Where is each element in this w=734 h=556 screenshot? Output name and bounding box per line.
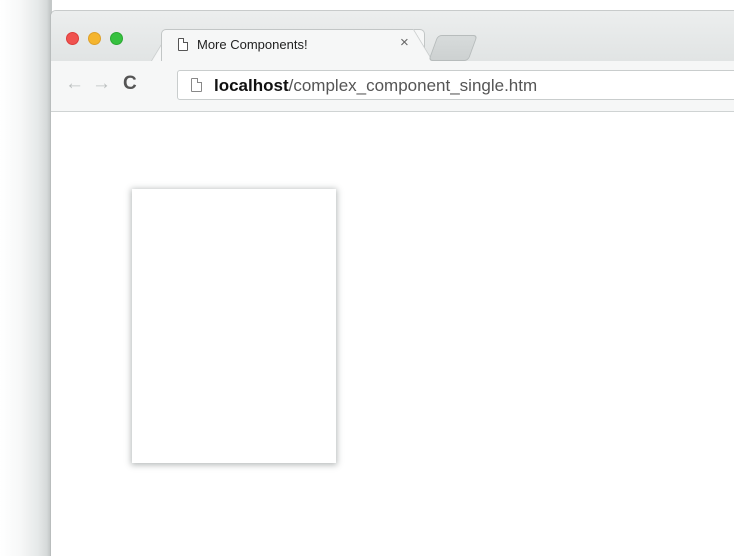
back-arrow-icon[interactable]: ← — [65, 74, 84, 94]
screenshot-stage: More Components! × ← → C localhost/compl… — [0, 0, 734, 556]
forward-arrow-icon[interactable]: → — [92, 74, 111, 94]
close-window-button[interactable] — [66, 32, 79, 45]
tab-close-icon[interactable]: × — [400, 35, 409, 51]
url-path: /complex_component_single.htm — [288, 76, 538, 95]
page-content — [51, 112, 734, 556]
url-host: localhost — [214, 76, 289, 95]
component-card — [132, 189, 336, 463]
url-page-icon — [191, 78, 202, 92]
reload-icon[interactable]: C — [123, 73, 137, 95]
tab-page-icon — [178, 38, 188, 51]
tab-title: More Components! — [197, 37, 308, 52]
maximize-window-button[interactable] — [110, 32, 123, 45]
window-shadow — [0, 0, 52, 556]
address-bar-url[interactable]: localhost/complex_component_single.htm — [214, 76, 537, 96]
browser-window: More Components! × ← → C localhost/compl… — [50, 10, 734, 556]
minimize-window-button[interactable] — [88, 32, 101, 45]
